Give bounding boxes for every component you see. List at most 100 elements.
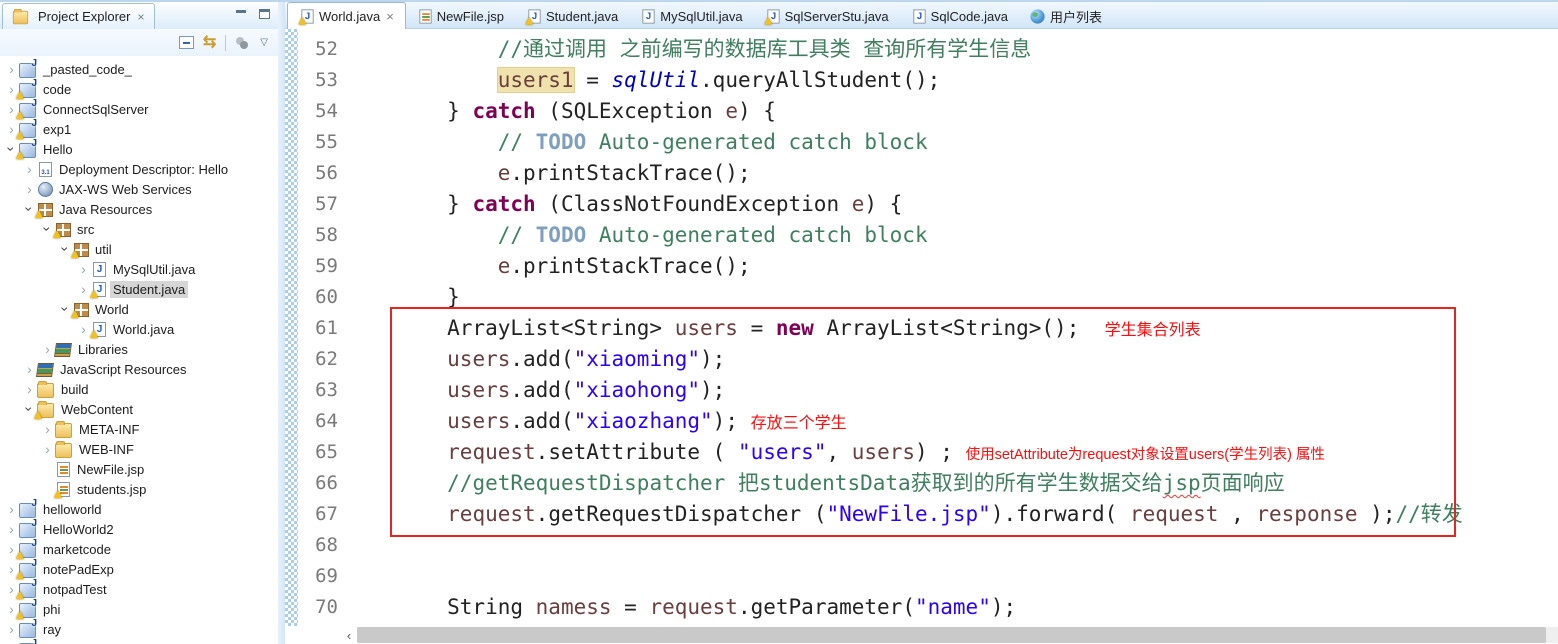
tab-label: SqlServerStu.java [784, 8, 889, 24]
expand-arrow-icon[interactable]: › [4, 522, 19, 536]
code-line[interactable]: 69 [298, 561, 1558, 592]
libs-icon [36, 362, 54, 377]
minimize-icon[interactable] [236, 9, 247, 19]
view-menu-icon[interactable] [235, 36, 251, 49]
tree-item-world-java[interactable]: › World.java [0, 319, 278, 339]
expand-arrow-icon[interactable]: › [4, 62, 19, 76]
dropdown-arrow-icon[interactable]: ▽ [260, 37, 268, 48]
tree-item-notepadexp[interactable]: ›notePadExp [0, 558, 278, 579]
code-token: ); [1357, 502, 1396, 526]
code-token: 使用setAttribute为request对象设置users(学生列表) 属性 [965, 447, 1325, 463]
tree-item-deployment-descriptor-hello[interactable]: › Deployment Descriptor: Hello [0, 159, 278, 179]
code-line[interactable]: 62 users.add("xiaoming"); [298, 344, 1558, 375]
collapse-all-icon[interactable] [178, 36, 194, 49]
code-line[interactable]: 68 [298, 530, 1558, 561]
code-editor[interactable]: 52 //通过调用 之前编写的数据库工具类 查询所有学生信息 53 users1 … [285, 29, 1558, 644]
explorer-toolbar: ⇆ ▽ [0, 29, 278, 56]
scrollbar-track[interactable] [357, 627, 1558, 643]
panel-sash[interactable] [278, 2, 285, 644]
expand-arrow-icon[interactable]: › [76, 282, 91, 296]
code-line[interactable]: 57 } catch (ClassNotFoundException e) { [298, 189, 1558, 220]
tree-item-helloworld[interactable]: › helloworld [0, 498, 278, 519]
tree-item-libraries[interactable]: › Libraries [0, 339, 278, 359]
code-line[interactable]: 63 users.add("xiaohong"); [298, 375, 1558, 406]
code-line[interactable]: 64 users.add("xiaozhang"); 存放三个学生 [298, 406, 1558, 437]
tree-item-meta-inf[interactable]: › META-INF [0, 419, 278, 439]
tab-sqlserverstu-java[interactable]: SqlServerStu.java [754, 4, 900, 28]
code-line[interactable]: 52 //通过调用 之前编写的数据库工具类 查询所有学生信息 [298, 34, 1558, 65]
tab-newfile-jsp[interactable]: NewFile.jsp [406, 4, 515, 28]
tree-item-raw[interactable]: ›raw [0, 638, 278, 644]
tree-item-student-java[interactable]: › Student.java [0, 279, 278, 299]
code-line[interactable]: 53 users1 = sqlUtil.queryAllStudent(); [298, 65, 1558, 96]
tree-item-jax-ws-web-services[interactable]: › JAX-WS Web Services [0, 179, 278, 199]
tree-item-hello[interactable]: ›Hello [0, 138, 278, 159]
code-token: = [611, 595, 650, 619]
tab-student-java[interactable]: Student.java [515, 4, 629, 28]
tree-item-ray[interactable]: › ray [0, 618, 278, 639]
tab-label: Student.java [545, 8, 619, 24]
tree-item-java-resources[interactable]: › Java Resources [0, 199, 278, 219]
tree-item-notpadtest[interactable]: ›notpadTest [0, 578, 278, 599]
code-line[interactable]: ✓55 // TODO Auto-generated catch block [298, 127, 1558, 158]
expand-arrow-icon[interactable]: › [22, 162, 37, 176]
expand-arrow-icon[interactable]: › [40, 422, 55, 436]
code-line[interactable]: 70 String namess = request.getParameter(… [298, 592, 1558, 623]
expand-arrow-icon[interactable]: › [40, 442, 55, 456]
expand-arrow-icon[interactable]: › [4, 502, 19, 516]
code-line[interactable]: ✓58 // TODO Auto-generated catch block [298, 220, 1558, 251]
quick-diff-ruler [285, 29, 298, 626]
code-line[interactable]: 56 e.printStackTrace(); [298, 158, 1558, 189]
tab-world-java[interactable]: World.java × [287, 2, 406, 29]
tree-item-src[interactable]: › src [0, 219, 278, 239]
view-close-icon[interactable]: × [137, 10, 144, 24]
expand-arrow-icon[interactable]: › [4, 622, 19, 636]
code-line[interactable]: 65 request.setAttribute ( "users", users… [298, 437, 1558, 468]
horizontal-scrollbar[interactable]: ‹ [341, 626, 1558, 644]
expand-arrow-icon[interactable]: › [76, 322, 91, 336]
tab-mysqlutil-java[interactable]: MySqlUtil.java [629, 4, 753, 28]
jfile-icon [528, 8, 541, 24]
scroll-left-icon[interactable]: ‹ [341, 628, 357, 643]
project-explorer-view-tab[interactable]: Project Explorer × [2, 3, 155, 29]
tree-item-web-inf[interactable]: › WEB-INF [0, 439, 278, 459]
expand-arrow-icon[interactable]: › [22, 362, 37, 376]
jproject-icon [19, 618, 37, 638]
expand-arrow-icon[interactable]: › [22, 382, 37, 396]
code-line[interactable]: 59 e.printStackTrace(); [298, 251, 1558, 282]
tree-item-util[interactable]: › util [0, 239, 278, 259]
code-line[interactable]: 67 request.getRequestDispatcher ("NewFil… [298, 499, 1558, 530]
tab-label: MySqlUtil.java [660, 8, 743, 24]
jproject-icon [19, 578, 37, 598]
tree-item-code[interactable]: ›code [0, 78, 278, 99]
tree-item-mysqlutil-java[interactable]: › MySqlUtil.java [0, 259, 278, 279]
scrollbar-thumb[interactable] [357, 627, 1546, 643]
tab-用户列表[interactable]: 用户列表 [1019, 4, 1113, 28]
tree-item-javascript-resources[interactable]: › JavaScript Resources [0, 359, 278, 379]
tree-item-build[interactable]: › build [0, 379, 278, 399]
link-with-editor-icon[interactable]: ⇆ [203, 34, 216, 51]
expand-arrow-icon[interactable]: › [22, 182, 37, 196]
maximize-icon[interactable] [259, 9, 270, 19]
code-line[interactable]: 60 } [298, 282, 1558, 313]
tree-item-connectsqlserver[interactable]: ›ConnectSqlServer [0, 98, 278, 119]
tree-item-webcontent[interactable]: › WebContent [0, 399, 278, 419]
code-line[interactable]: 54 } catch (SQLException e) { [298, 96, 1558, 127]
code-token: .add( [510, 378, 574, 402]
tree-item-students-jsp[interactable]: ›students.jsp [0, 479, 278, 499]
close-icon[interactable]: × [386, 9, 394, 24]
tab-sqlcode-java[interactable]: SqlCode.java [900, 4, 1019, 28]
tree-item-exp1[interactable]: ›exp1 [0, 118, 278, 139]
expand-arrow-icon[interactable]: › [76, 262, 91, 276]
tree-item-marketcode[interactable]: ›marketcode [0, 538, 278, 559]
code-line[interactable]: 66 //getRequestDispatcher 把studentsData获… [298, 468, 1558, 499]
tree-item-world[interactable]: › World [0, 299, 278, 319]
code-line[interactable]: 61 ArrayList<String> users = new ArrayLi… [298, 313, 1558, 344]
tree-item-phi[interactable]: ›phi [0, 598, 278, 619]
tree-item-helloworld2[interactable]: › HelloWorld2 [0, 518, 278, 539]
line-gutter: 69 [298, 561, 346, 592]
tree-item-newfile-jsp[interactable]: ›NewFile.jsp [0, 459, 278, 479]
tree-item-pasted-code[interactable]: › _pasted_code_ [0, 58, 278, 79]
tree-item-label: META-INF [79, 421, 140, 437]
expand-arrow-icon[interactable]: › [40, 342, 55, 356]
